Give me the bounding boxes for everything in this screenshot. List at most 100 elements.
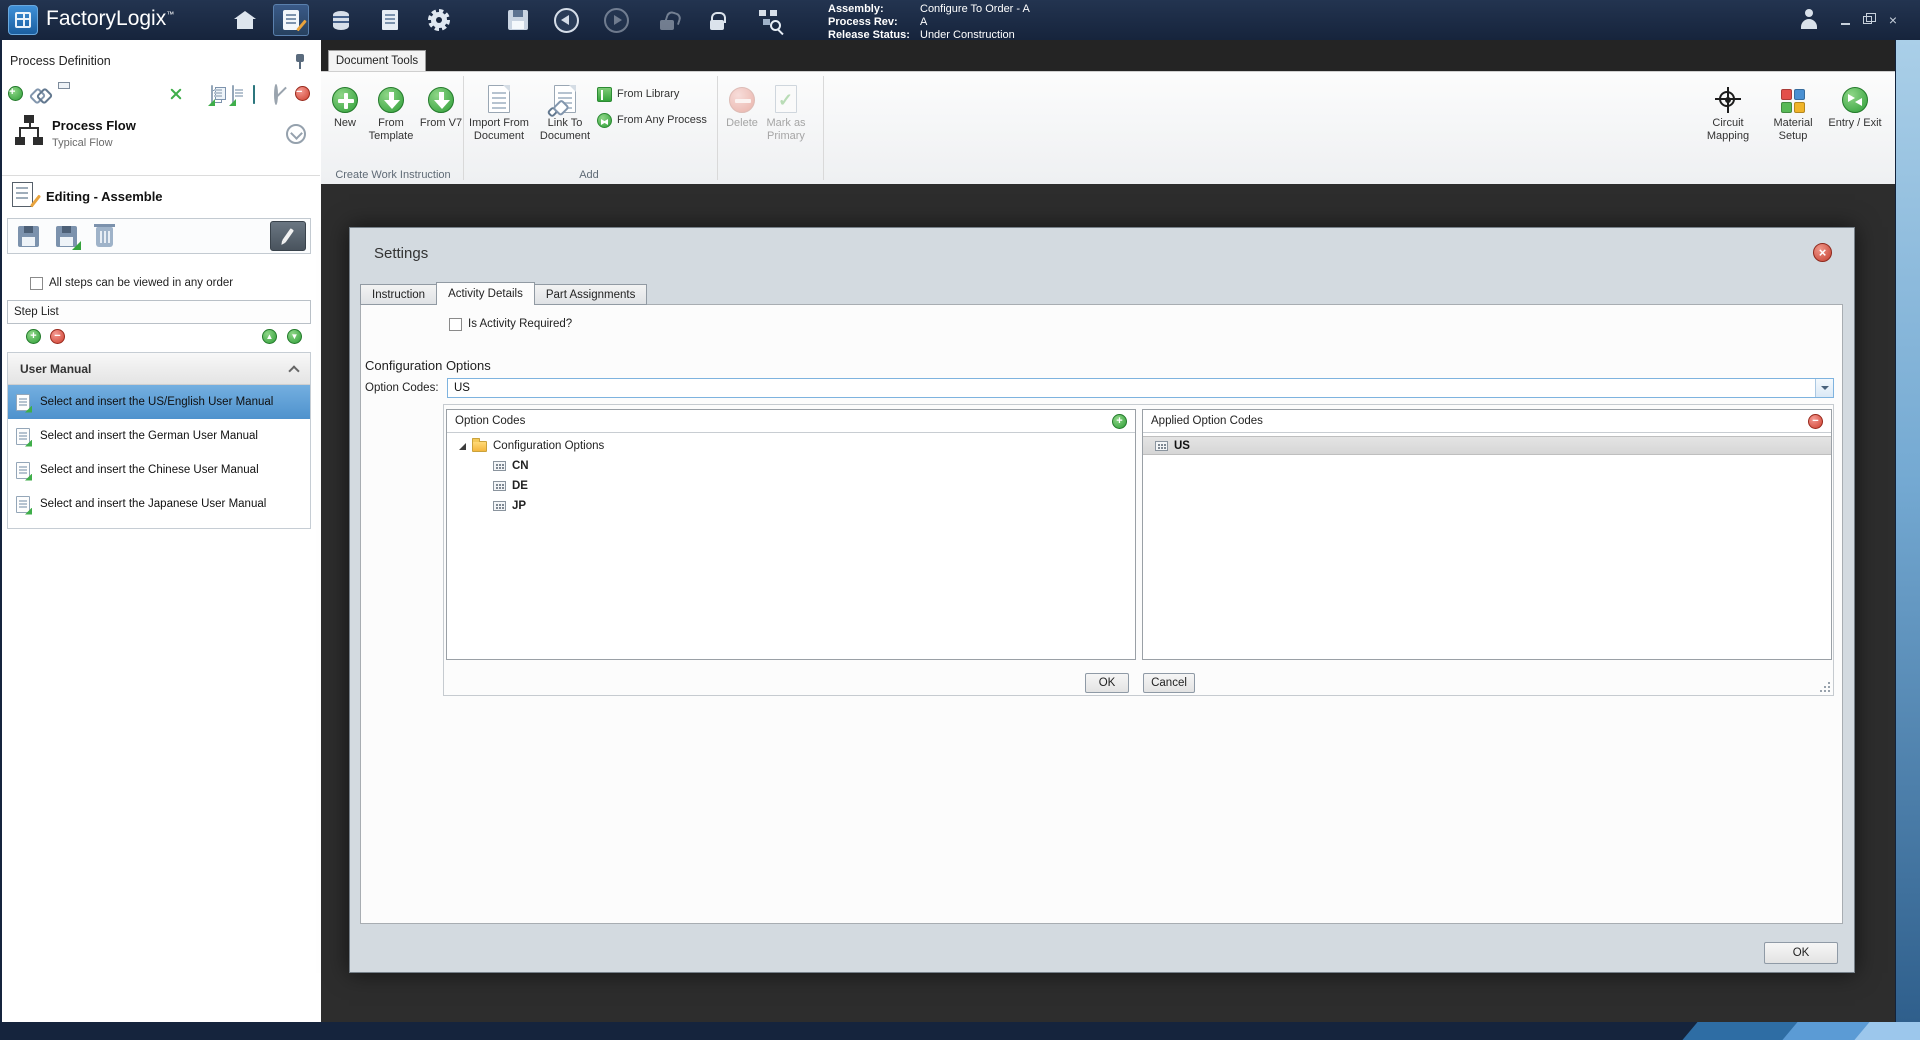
tab-document-tools[interactable]: Document Tools [328,50,426,71]
option-codes-panel: Option Codes + Configuration Options CN [446,409,1136,660]
cut-icon[interactable] [168,86,184,102]
ribbon-body: New From Template From V7 Import From Do… [321,71,1895,184]
tab-instruction[interactable]: Instruction [360,284,437,305]
tree-item[interactable]: JP [447,496,1135,516]
process-rev-value: A [920,16,927,29]
ribbon-separator [463,76,464,180]
process-rev-label: Process Rev: [828,16,920,29]
window-frame-left [0,40,2,1022]
any-order-checkbox[interactable] [30,277,43,290]
applied-option-code-item[interactable]: US [1143,436,1831,455]
dialog-ok-button[interactable]: OK [1764,942,1838,964]
document-icon[interactable] [253,86,269,102]
tree-item[interactable]: CN [447,456,1135,476]
tree-root-row[interactable]: Configuration Options [447,436,1135,456]
find-assembly-button[interactable] [756,7,782,33]
add-step-button[interactable]: + [26,329,41,344]
from-any-process-button[interactable]: From Any Process [597,110,707,130]
tab-label: Document Tools [336,55,418,67]
cancel-button[interactable]: Cancel [1143,673,1195,693]
option-codes-combobox[interactable]: US [447,378,1834,398]
from-any-process-label: From Any Process [617,114,707,126]
dialog-close-button[interactable]: × [1813,243,1832,262]
work-instruction-icon [16,496,30,513]
material-setup-button[interactable]: Material Setup [1765,77,1821,163]
material-setup-label: Material Setup [1765,117,1821,143]
unlock-button[interactable] [654,7,680,33]
window-frame-bottom [0,1022,1920,1040]
settings-button[interactable] [426,7,452,33]
import-export-step-icon[interactable] [56,226,77,247]
close-button[interactable]: × [1884,11,1902,28]
tab-activity-details[interactable]: Activity Details [436,282,535,305]
forward-button[interactable] [603,7,629,33]
remove-icon[interactable]: − [295,86,310,101]
step-item[interactable]: Select and insert the Japanese User Manu… [8,487,310,521]
combobox-dropdown-button[interactable] [1815,379,1833,397]
remove-option-code-button[interactable]: − [1808,414,1823,429]
entry-exit-button[interactable]: Entry / Exit [1827,77,1883,163]
step-item[interactable]: Select and insert the US/English User Ma… [8,385,310,419]
unlock-icon [660,20,674,30]
pin-icon[interactable] [295,54,305,69]
editing-icon [12,182,33,207]
process-flow-title: Process Flow [52,118,136,133]
step-group-header[interactable]: User Manual [8,353,310,385]
step-list: User Manual Select and insert the US/Eng… [7,352,311,529]
app-logo-icon [8,5,38,35]
group-label-create-work-instruction: Create Work Instruction [335,169,450,181]
add-option-code-button[interactable]: + [1112,414,1127,429]
move-step-down-button[interactable]: ▼ [287,329,302,344]
new-instruction-button[interactable]: New [326,77,364,163]
tree-item[interactable]: DE [447,476,1135,496]
from-template-button[interactable]: From Template [363,77,419,163]
pencil-icon [282,228,294,243]
option-codes-label: Option Codes: [365,382,439,394]
tree-expander-icon[interactable] [459,443,466,450]
import-document-icon [488,85,510,113]
mark-as-primary-label: Mark as Primary [757,117,815,143]
reports-button[interactable] [377,7,403,33]
favorite-icon[interactable] [190,86,206,102]
minimize-button[interactable] [1836,11,1854,28]
primary-check-icon: ✓ [775,85,797,113]
save-button[interactable] [505,7,531,33]
delete-step-icon[interactable] [96,227,113,247]
step-list-title: Step List [14,306,59,318]
lock-button[interactable] [704,7,730,33]
link-icon[interactable] [32,86,48,102]
restore-button[interactable] [1858,11,1876,28]
option-code-icon [1155,441,1168,451]
entry-exit-label: Entry / Exit [1827,117,1883,130]
step-list-toolbar: + − ▲ ▼ [0,329,321,345]
remove-step-button[interactable]: − [50,329,65,344]
import-step-icon[interactable] [211,86,227,102]
assembly-info: Assembly:Configure To Order - A Process … [828,3,1030,42]
move-step-up-button[interactable]: ▲ [262,329,277,344]
step-item[interactable]: Select and insert the Chinese User Manua… [8,453,310,487]
process-definition-button[interactable] [273,4,309,36]
disable-icon[interactable] [274,86,290,102]
tab-part-assignments[interactable]: Part Assignments [534,284,647,305]
step-item[interactable]: Select and insert the German User Manual [8,419,310,453]
ok-button[interactable]: OK [1085,673,1129,693]
collapse-flow-button[interactable] [286,124,306,144]
resize-grip[interactable] [1819,681,1830,692]
circuit-mapping-button[interactable]: Circuit Mapping [1699,77,1757,163]
print-icon[interactable] [56,86,72,102]
edit-step-button[interactable] [270,221,306,251]
export-step-icon[interactable] [232,86,248,102]
from-v7-button[interactable]: From V7 [419,77,463,163]
import-from-document-button[interactable]: Import From Document [467,77,531,163]
save-step-icon[interactable] [18,226,39,247]
user-profile-button[interactable] [1798,9,1820,31]
production-button[interactable] [328,7,354,33]
activity-required-checkbox[interactable] [449,318,462,331]
from-library-button[interactable]: From Library [597,84,679,104]
link-to-document-button[interactable]: Link To Document [535,77,595,163]
back-button[interactable] [553,7,579,33]
from-v7-icon [428,87,454,113]
chevron-up-icon [288,365,299,376]
home-button[interactable] [232,7,258,33]
add-process-icon[interactable]: + [8,86,23,101]
